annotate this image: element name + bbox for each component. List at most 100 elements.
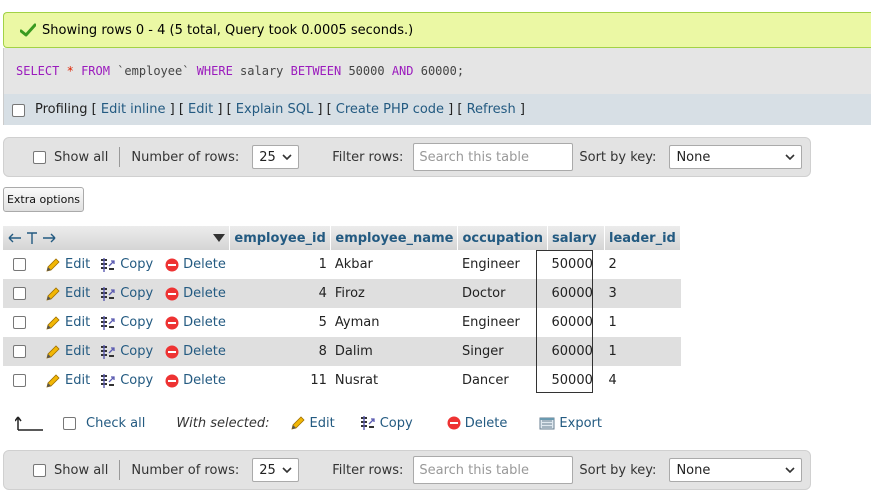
row-delete-button[interactable]: Delete	[165, 373, 226, 388]
divider	[119, 147, 121, 167]
row-edit-button[interactable]: Edit	[45, 257, 90, 273]
row-delete-button[interactable]: Delete	[165, 257, 226, 272]
explain-sql-link[interactable]: Explain SQL	[236, 102, 313, 117]
number-of-rows-select[interactable]: 25	[252, 145, 300, 169]
row-copy-button[interactable]: Copy	[100, 257, 153, 273]
row-edit-label: Edit	[65, 373, 91, 388]
column-header-employee-name[interactable]: employee_name	[330, 226, 459, 250]
row-checkbox[interactable]	[13, 287, 26, 300]
delete-icon	[165, 316, 179, 329]
cell-occupation[interactable]: Dancer	[457, 366, 548, 395]
row-checkbox[interactable]	[13, 316, 26, 329]
row-edit-button[interactable]: Edit	[45, 373, 90, 389]
chevron-down-icon	[282, 154, 292, 160]
cell-occupation[interactable]: Doctor	[457, 279, 548, 308]
bulk-edit-button[interactable]: Edit	[290, 415, 335, 431]
table-row: Edit Copy Delete 4 Firoz Doctor 60000 3	[3, 279, 681, 308]
cell-employee-name[interactable]: Nusrat	[330, 366, 458, 395]
cell-employee-id[interactable]: 1	[229, 250, 331, 279]
cell-employee-name[interactable]: Ayman	[330, 308, 458, 337]
column-toggle-header[interactable]	[3, 226, 231, 250]
number-of-rows-select[interactable]: 25	[252, 458, 300, 482]
show-all-checkbox[interactable]	[33, 150, 46, 164]
cell-employee-name[interactable]: Dalim	[330, 337, 458, 366]
cell-leader-id[interactable]: 4	[604, 366, 681, 395]
row-edit-label: Edit	[65, 344, 91, 359]
sql-keyword: SELECT	[16, 64, 60, 78]
row-delete-button[interactable]: Delete	[165, 315, 226, 330]
row-copy-button[interactable]: Copy	[100, 315, 153, 331]
check-all-checkbox[interactable]	[63, 416, 76, 430]
cell-salary[interactable]: 60000	[547, 279, 605, 308]
copy-icon	[360, 416, 375, 430]
row-actions-cell: Edit Copy Delete	[3, 366, 230, 395]
results-table: employee_id employee_name occupation sal…	[3, 226, 681, 395]
cell-employee-id[interactable]: 8	[229, 337, 331, 366]
cell-employee-id[interactable]: 11	[229, 366, 331, 395]
with-selected-label: With selected:	[176, 415, 270, 431]
sort-by-key-select[interactable]: None	[669, 145, 803, 169]
extra-options-button[interactable]: Extra options	[3, 187, 84, 212]
show-all-checkbox[interactable]	[33, 463, 46, 477]
column-arrows-icon[interactable]	[7, 231, 57, 245]
row-delete-button[interactable]: Delete	[165, 344, 226, 359]
bulk-export-button[interactable]: Export	[539, 416, 602, 431]
cell-occupation[interactable]: Engineer	[457, 308, 548, 337]
pencil-icon	[46, 315, 60, 330]
copy-icon	[101, 373, 115, 388]
cell-salary[interactable]: 60000	[547, 337, 605, 366]
column-header-employee-id[interactable]: employee_id	[229, 226, 332, 250]
filter-rows-label: Filter rows:	[332, 462, 404, 478]
show-all-label: Show all	[54, 462, 109, 478]
bulk-copy-button[interactable]: Copy	[360, 415, 413, 431]
cell-leader-id[interactable]: 2	[604, 250, 681, 279]
cell-employee-name[interactable]: Firoz	[330, 279, 458, 308]
cell-salary[interactable]: 50000	[547, 250, 605, 279]
row-checkbox[interactable]	[13, 345, 26, 358]
create-php-code-link[interactable]: Create PHP code	[336, 102, 444, 117]
sql-keyword: BETWEEN	[290, 64, 342, 78]
row-copy-button[interactable]: Copy	[100, 286, 153, 302]
filter-rows-input[interactable]: Search this table	[413, 143, 574, 171]
chevron-down-icon	[785, 467, 796, 473]
row-delete-button[interactable]: Delete	[165, 286, 226, 301]
cell-employee-id[interactable]: 5	[229, 308, 331, 337]
pencil-icon	[290, 416, 305, 430]
cell-leader-id[interactable]: 1	[604, 337, 681, 366]
table-row: Edit Copy Delete 1 Akbar Engineer 50000 2	[3, 250, 681, 279]
row-copy-button[interactable]: Copy	[100, 344, 153, 360]
edit-inline-link[interactable]: Edit inline	[101, 102, 166, 117]
sort-by-key-label: Sort by key:	[579, 462, 657, 478]
column-header-salary[interactable]: salary	[547, 226, 605, 250]
row-copy-label: Copy	[120, 315, 154, 330]
cell-leader-id[interactable]: 3	[604, 279, 681, 308]
cell-occupation[interactable]: Engineer	[457, 250, 548, 279]
copy-icon	[101, 257, 115, 272]
success-text: Showing rows 0 - 4 (5 total, Query took …	[42, 22, 414, 38]
copy-icon	[101, 344, 115, 359]
row-edit-button[interactable]: Edit	[45, 286, 90, 302]
check-all-link[interactable]: Check all	[86, 416, 145, 431]
dropdown-triangle-icon[interactable]	[213, 234, 226, 242]
bulk-delete-button[interactable]: Delete	[447, 416, 507, 431]
profiling-checkbox[interactable]	[12, 104, 25, 117]
cell-salary[interactable]: 60000	[547, 308, 605, 337]
column-header-leader-id[interactable]: leader_id	[604, 226, 681, 250]
refresh-link[interactable]: Refresh	[467, 102, 516, 117]
cell-occupation[interactable]: Singer	[457, 337, 548, 366]
column-header-occupation[interactable]: occupation	[457, 226, 548, 250]
sql-keyword: FROM	[81, 64, 110, 78]
filter-rows-input[interactable]: Search this table	[413, 456, 574, 484]
row-copy-button[interactable]: Copy	[100, 373, 153, 389]
row-checkbox[interactable]	[13, 374, 26, 387]
sort-by-key-select[interactable]: None	[669, 458, 803, 482]
row-edit-button[interactable]: Edit	[45, 315, 90, 331]
row-edit-button[interactable]: Edit	[45, 344, 90, 360]
cell-employee-id[interactable]: 4	[229, 279, 331, 308]
cell-salary[interactable]: 50000	[547, 366, 605, 395]
sql-number: 60000;	[420, 64, 465, 78]
row-checkbox[interactable]	[13, 258, 26, 271]
edit-query-link[interactable]: Edit	[188, 102, 213, 117]
cell-leader-id[interactable]: 1	[604, 308, 681, 337]
cell-employee-name[interactable]: Akbar	[330, 250, 458, 279]
